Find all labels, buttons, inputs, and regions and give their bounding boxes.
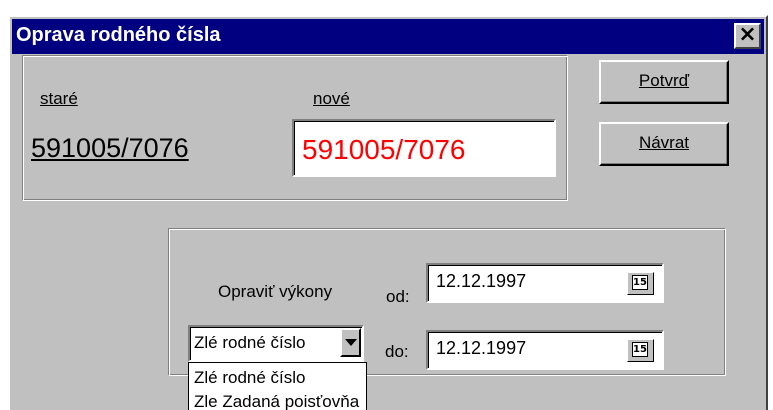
dropdown-option[interactable]: Zlé rodné číslo <box>194 368 306 388</box>
to-date-input[interactable]: 12.12.1997 15 <box>426 330 664 370</box>
to-label: do: <box>385 342 409 361</box>
confirm-button-label: Potvrď <box>638 71 690 90</box>
from-date-value: 12.12.1997 <box>436 271 527 291</box>
close-button[interactable]: × <box>734 23 761 49</box>
title-bar[interactable]: Oprava rodného čísla × <box>12 19 764 54</box>
from-date-input[interactable]: 12.12.1997 15 <box>426 263 664 303</box>
new-label: nové <box>313 89 350 108</box>
to-calendar-button[interactable]: 15 <box>627 339 654 362</box>
from-label: od: <box>386 287 410 306</box>
calendar-icon: 15 <box>632 342 648 357</box>
dialog-title: Oprava rodného čísla <box>16 24 221 46</box>
old-label: staré <box>40 89 78 108</box>
return-button[interactable]: Návrat <box>599 122 729 166</box>
return-button-label: Návrat <box>638 133 690 152</box>
reason-select[interactable]: Zlé rodné číslo <box>188 325 364 362</box>
close-icon: × <box>738 22 757 47</box>
confirm-button[interactable]: Potvrď <box>599 60 729 104</box>
from-calendar-button[interactable]: 15 <box>627 272 654 295</box>
reason-dropdown-list: Zlé rodné číslo Zle Zadaná poisťovňa <box>188 362 367 410</box>
to-date-value: 12.12.1997 <box>436 338 527 358</box>
old-number-value: 591005/7076 <box>31 133 189 163</box>
new-number-input[interactable]: 591005/7076 <box>292 119 556 177</box>
calendar-icon: 15 <box>632 275 648 290</box>
chevron-down-icon <box>345 339 357 346</box>
opravit-vykony-label: Opraviť výkony <box>218 282 333 301</box>
dropdown-option[interactable]: Zle Zadaná poisťovňa <box>194 392 359 410</box>
reason-select-value: Zlé rodné číslo <box>194 333 306 352</box>
new-number-value: 591005/7076 <box>302 134 466 165</box>
dropdown-button[interactable] <box>340 328 361 357</box>
